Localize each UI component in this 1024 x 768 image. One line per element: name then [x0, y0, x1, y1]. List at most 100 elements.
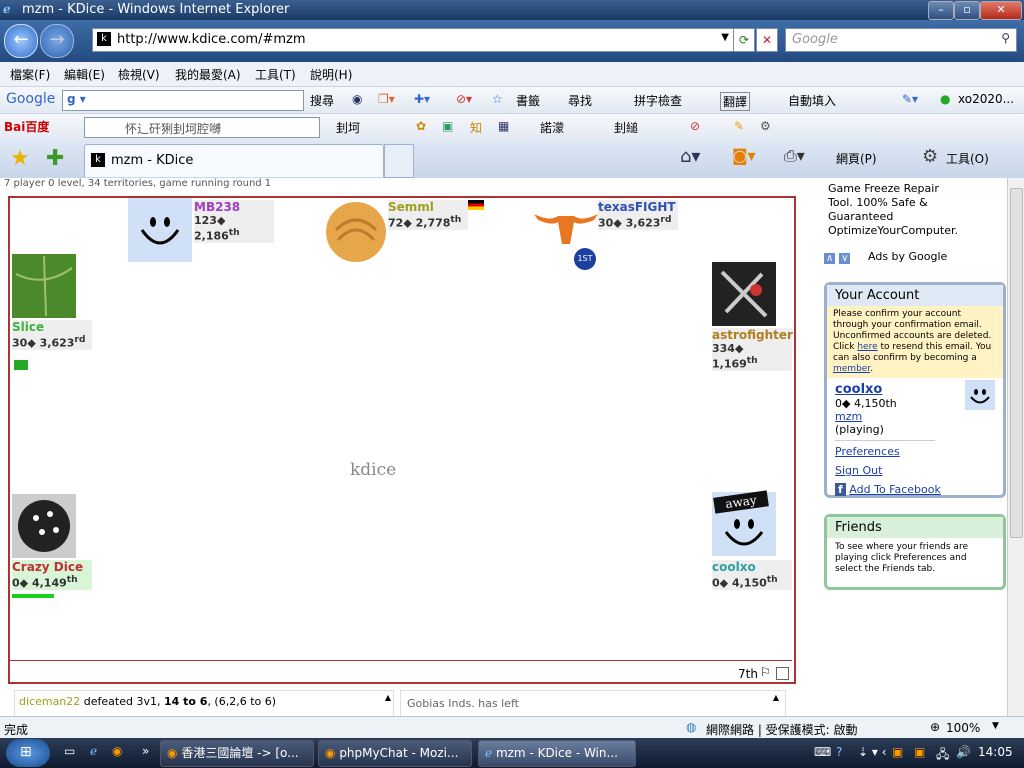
new-tab-button[interactable]	[384, 144, 414, 178]
chat-log[interactable]: Gobias Inds. has left ▲	[400, 690, 786, 716]
tools-menu[interactable]: 工具(O)	[946, 150, 989, 167]
security-zone[interactable]: 網際網路 | 受保護模式: 啟動	[706, 721, 858, 738]
clock[interactable]: 14:05	[978, 745, 1013, 759]
player-card-crazy-dice[interactable]: Crazy Dice 0◆ 4,149th	[12, 560, 92, 590]
menu-edit[interactable]: 編輯(E)	[64, 66, 105, 83]
scroll-up-icon[interactable]: ▲	[773, 693, 779, 702]
blocker-icon[interactable]: ⊘▾	[456, 92, 472, 106]
avatar[interactable]: away	[712, 490, 776, 556]
scroll-thumb[interactable]	[1010, 188, 1023, 538]
globe-icon[interactable]: ◉	[352, 92, 362, 106]
page-scrollbar[interactable]	[1007, 178, 1024, 716]
scroll-up-icon[interactable]: ▲	[385, 693, 391, 702]
tools-gear-icon[interactable]: ⚙	[922, 146, 938, 167]
stop-button[interactable]: ✕	[756, 28, 778, 52]
block-icon[interactable]: ⊘	[690, 119, 700, 133]
avatar[interactable]	[128, 198, 192, 262]
popup-icon[interactable]: ❐▾	[378, 92, 395, 106]
google-search-input[interactable]: g ▾	[62, 90, 304, 111]
resend-link[interactable]: here	[857, 342, 877, 352]
add-to-facebook-link[interactable]: Add To Facebook	[849, 483, 941, 496]
avatar[interactable]	[712, 262, 776, 326]
baidu-button-a[interactable]: 諾濛	[540, 119, 564, 136]
account-room-link[interactable]: mzm	[835, 410, 995, 423]
ad-prev-icon[interactable]: ∧	[824, 253, 836, 264]
network-icon[interactable]: 🖧	[936, 745, 949, 766]
chevron-down-icon[interactable]: ▼	[721, 32, 729, 43]
menu-favorites[interactable]: 我的最愛(A)	[175, 66, 241, 83]
maximize-button[interactable]: ▫	[954, 1, 980, 20]
menu-view[interactable]: 檢視(V)	[118, 66, 160, 83]
keyboard-icon[interactable]: ⌨	[814, 745, 831, 759]
game-board[interactable]: kdice MB238 123◆ 2,186th Semml 72◆ 2,778…	[8, 196, 796, 684]
tab-mzm-kdice[interactable]: k mzm - KDice	[84, 144, 384, 177]
ready-checkbox[interactable]	[776, 667, 789, 680]
page-menu[interactable]: 網頁(P)	[836, 150, 877, 167]
start-button[interactable]: ⊞	[6, 739, 50, 767]
player-card-coolxo[interactable]: coolxo 0◆ 4,150th	[712, 560, 792, 590]
player-card-texasfight[interactable]: texasFIGHT 30◆ 3,623rd	[598, 200, 678, 230]
sign-out-link[interactable]: Sign Out	[835, 464, 995, 477]
task-button-1[interactable]: ◉ 香港三國論壇 -> [o...	[160, 740, 314, 767]
ad-text[interactable]: Game Freeze Repair Tool. 100% Safe & Guara…	[828, 182, 958, 238]
ie-quicklaunch-icon[interactable]: ℯ	[90, 744, 97, 758]
baidu-button-b[interactable]: 刲縋	[614, 119, 638, 136]
player-card-mb238[interactable]: MB238 123◆ 2,186th	[194, 200, 274, 243]
player-card-astrofighter[interactable]: astrofighter 334◆ 1,169th	[712, 328, 793, 371]
wrench-icon[interactable]: ✎▾	[902, 92, 918, 106]
forward-button[interactable]: →	[40, 24, 74, 58]
close-button[interactable]: ✕	[980, 1, 1022, 20]
tray-app-icon[interactable]: ▣	[914, 745, 925, 759]
firefox-quicklaunch-icon[interactable]: ◉	[112, 744, 122, 758]
minimize-button[interactable]: –	[928, 1, 954, 20]
print-icon[interactable]: ⎙▾	[784, 146, 805, 166]
ime-icon[interactable]: ▣	[892, 745, 903, 759]
refresh-button[interactable]: ⟳	[733, 28, 755, 52]
avatar[interactable]	[324, 200, 388, 264]
star-icon[interactable]: ☆	[492, 92, 503, 106]
flag-outline-icon[interactable]: ⚐	[760, 665, 771, 679]
image-icon[interactable]: ▣	[442, 119, 453, 133]
player-card-semml[interactable]: Semml 72◆ 2,778th	[388, 200, 468, 230]
search-box[interactable]: Google ⚲	[785, 28, 1017, 52]
zoom-level[interactable]: 100%	[946, 721, 980, 735]
baidu-search-input[interactable]: 怀辶矸猁刲坷腔嚩	[84, 117, 320, 138]
rss-icon[interactable]: ◙▾	[732, 146, 756, 165]
plus-icon[interactable]: ✚▾	[414, 92, 430, 106]
avatar[interactable]	[12, 254, 76, 318]
ads-by-google[interactable]: Ads by Google	[868, 250, 947, 263]
add-favorite-icon[interactable]: ✚	[46, 146, 64, 171]
gear-icon[interactable]: ⚙	[760, 119, 771, 133]
ad-next-icon[interactable]: ∨	[839, 253, 851, 264]
search-icon[interactable]: ⚲	[1001, 31, 1010, 45]
toolbar-account[interactable]: xo2020...	[958, 92, 1014, 106]
home-icon[interactable]: ⌂▾	[680, 146, 700, 167]
search-input[interactable]: Google	[792, 32, 838, 47]
toolbar-search-button[interactable]: 搜尋	[310, 92, 334, 109]
avatar[interactable]	[12, 494, 76, 558]
toolbar-bookmarks-button[interactable]: 書籤	[516, 92, 540, 109]
tray-icons[interactable]: ⇣ ▾ ‹	[858, 745, 887, 759]
address-bar[interactable]: k http://www.kdice.com/#mzm ▼	[92, 28, 734, 52]
menu-file[interactable]: 檔案(F)	[10, 66, 50, 83]
show-desktop-icon[interactable]: ▭	[64, 744, 75, 758]
tool-icon[interactable]: ✿	[416, 119, 426, 133]
chevron-down-icon[interactable]: ▼	[992, 721, 999, 731]
task-button-3[interactable]: ℯ mzm - KDice - Win...	[478, 740, 636, 767]
toolbar-find-button[interactable]: 尋找	[568, 92, 592, 109]
battle-log[interactable]: diceman22 defeated 3v1, 14 to 6, (6,2,6 …	[14, 690, 394, 716]
ad-nav[interactable]: ∧ ∨	[824, 250, 851, 264]
member-link[interactable]: member	[833, 364, 870, 374]
baidu-search-button[interactable]: 刲坷	[336, 119, 360, 136]
toolbar-translate-button[interactable]: 翻譯	[720, 92, 751, 111]
preferences-link[interactable]: Preferences	[835, 445, 995, 458]
toolbar-spellcheck-button[interactable]: 拼字檢查	[634, 92, 682, 109]
facebook-row[interactable]: f Add To Facebook	[835, 483, 995, 496]
grid-icon[interactable]: ▦	[498, 119, 509, 133]
help-icon[interactable]: ?	[836, 745, 842, 759]
back-button[interactable]: ←	[4, 24, 38, 58]
menu-help[interactable]: 說明(H)	[310, 66, 352, 83]
player-card-slice[interactable]: Slice 30◆ 3,623rd	[12, 320, 92, 350]
pen-icon[interactable]: ✎	[734, 119, 744, 133]
avatar[interactable]	[534, 206, 598, 252]
